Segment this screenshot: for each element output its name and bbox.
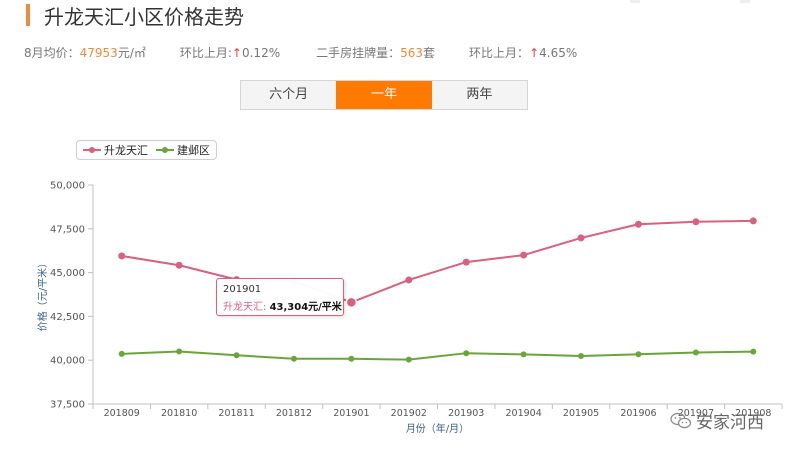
tooltip-value: 43,304元/平米 <box>269 302 342 313</box>
data-point <box>463 350 470 357</box>
data-point <box>233 352 240 359</box>
data-point <box>577 234 585 242</box>
data-point <box>635 351 642 358</box>
y-tick-label: 40,000 <box>50 356 85 367</box>
x-tick-label: 201810 <box>161 408 197 419</box>
highlighted-data-point <box>345 296 358 309</box>
x-axis-title: 月份（年/月） <box>406 422 469 435</box>
data-point <box>118 252 126 260</box>
x-tick-label: 201904 <box>505 408 541 419</box>
data-point <box>175 261 183 269</box>
x-tick-label: 201811 <box>218 408 254 419</box>
data-point <box>176 348 183 355</box>
tooltip-series-name: 升龙天汇: <box>223 302 267 313</box>
series-line-district <box>121 350 754 361</box>
data-point <box>405 356 412 363</box>
data-point <box>405 276 413 284</box>
x-tick-label: 201902 <box>391 408 427 419</box>
y-tick-label: 45,000 <box>50 268 85 279</box>
watermark-text: 安家河西 <box>696 413 764 433</box>
x-tick-label: 201906 <box>620 408 656 419</box>
data-point <box>749 217 757 225</box>
wechat-icon <box>670 412 692 428</box>
watermark: 安家河西 <box>670 408 764 433</box>
y-axis-title: 价格（元/平米） <box>36 258 49 331</box>
data-point <box>692 218 700 226</box>
data-point <box>118 350 125 357</box>
price-trend-chart: 37,500 40,000 42,500 45,000 47,500 50,000 2018… <box>36 181 783 435</box>
x-tick-label: 201901 <box>333 408 369 419</box>
x-tick-label: 201809 <box>104 408 140 419</box>
x-tick-label: 201903 <box>448 408 484 419</box>
y-tick-label: 50,000 <box>50 181 85 192</box>
data-point <box>750 348 757 355</box>
y-tick-label: 47,500 <box>50 224 85 235</box>
chart-tooltip: 201901 升龙天汇: 43,304元/平米 <box>216 278 344 316</box>
data-point <box>578 352 585 359</box>
data-point <box>634 220 642 228</box>
tooltip-date: 201901 <box>223 284 262 295</box>
y-tick-label: 42,500 <box>50 312 85 323</box>
data-point <box>290 355 297 362</box>
x-tick-label: 201905 <box>563 408 599 419</box>
data-point <box>520 351 527 358</box>
data-point <box>520 251 528 259</box>
data-point <box>692 349 699 356</box>
data-point <box>462 258 470 266</box>
y-tick-label: 37,500 <box>50 400 85 411</box>
data-point <box>348 355 355 362</box>
x-tick-label: 201812 <box>276 408 312 419</box>
